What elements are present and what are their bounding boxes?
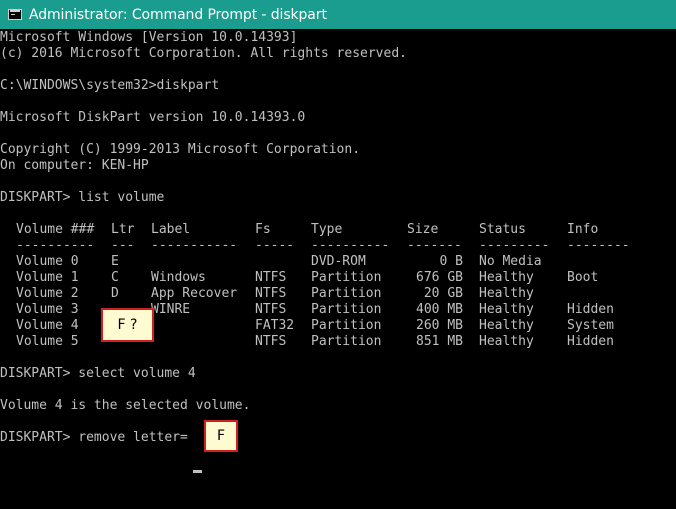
table-header-cell: Status: [479, 222, 526, 237]
table-separator: -----------: [151, 238, 238, 253]
table-header-cell: Volume ###: [16, 222, 95, 237]
console-prompt-line[interactable]: DISKPART> remove letter=: [0, 430, 188, 446]
table-cell: Volume 2: [16, 286, 79, 301]
table-separator: --------: [567, 238, 630, 253]
console-line: Microsoft Windows [Version 10.0.14393]: [0, 30, 298, 45]
table-cell: NTFS: [255, 286, 287, 301]
table-cell: Hidden: [567, 334, 614, 349]
console-line: Volume 4 is the selected volume.: [0, 398, 251, 413]
table-cell: NTFS: [255, 302, 287, 317]
table-separator: ----------: [16, 238, 95, 253]
command-prompt-icon: [8, 9, 22, 20]
console-line: DISKPART> select volume 4: [0, 366, 196, 381]
console-line: (c) 2016 Microsoft Corporation. All righ…: [0, 46, 407, 61]
console-line: On computer: KEN-HP: [0, 158, 149, 173]
table-cell: Windows: [151, 270, 206, 285]
table-header-cell: Ltr: [111, 222, 135, 237]
table-cell: 400 MB: [416, 302, 463, 317]
table-separator: ----------: [311, 238, 390, 253]
table-cell: E: [111, 254, 119, 269]
table-cell: Volume 5: [16, 334, 79, 349]
table-cell: 0 B: [439, 254, 463, 269]
console-output[interactable]: Microsoft Windows [Version 10.0.14393] (…: [0, 30, 676, 509]
console-line: Microsoft DiskPart version 10.0.14393.0: [0, 110, 306, 125]
drive-letter-callout: F ?: [101, 308, 154, 342]
table-cell: Partition: [311, 270, 382, 285]
table-cell: System: [567, 318, 614, 333]
table-cell: Volume 0: [16, 254, 79, 269]
table-cell: Partition: [311, 334, 382, 349]
console-line: DISKPART> list volume: [0, 190, 165, 205]
table-header-cell: Info: [567, 222, 599, 237]
table-cell: C: [111, 270, 119, 285]
text-cursor: [193, 470, 202, 473]
table-cell: Healthy: [479, 302, 534, 317]
table-separator: -------: [407, 238, 462, 253]
table-cell: 20 GB: [423, 286, 463, 301]
letter-value-callout: F: [204, 420, 238, 452]
table-cell: Healthy: [479, 334, 534, 349]
table-cell: No Media: [479, 254, 542, 269]
table-cell: DVD-ROM: [311, 254, 366, 269]
table-cell: NTFS: [255, 270, 287, 285]
table-separator: ---------: [479, 238, 550, 253]
table-header-cell: Size: [407, 222, 439, 237]
table-cell: NTFS: [255, 334, 287, 349]
console-line: C:\WINDOWS\system32>diskpart: [0, 78, 220, 93]
table-separator: -----: [255, 238, 295, 253]
table-cell: WINRE: [151, 302, 191, 317]
table-cell: Healthy: [479, 318, 534, 333]
table-cell: Healthy: [479, 270, 534, 285]
table-cell: App Recover: [151, 286, 238, 301]
table-cell: Volume 1: [16, 270, 79, 285]
table-cell: Partition: [311, 302, 382, 317]
table-cell: Volume 4: [16, 318, 79, 333]
table-cell: Healthy: [479, 286, 534, 301]
table-cell: Partition: [311, 286, 382, 301]
window-title: Administrator: Command Prompt - diskpart: [29, 6, 327, 23]
table-cell: Boot: [567, 270, 599, 285]
table-cell: Partition: [311, 318, 382, 333]
table-header-cell: Label: [151, 222, 191, 237]
table-header-cell: Fs: [255, 222, 271, 237]
table-cell: D: [111, 286, 119, 301]
table-cell: 676 GB: [416, 270, 463, 285]
table-cell: Volume 3: [16, 302, 79, 317]
table-cell: Hidden: [567, 302, 614, 317]
table-cell: 851 MB: [416, 334, 463, 349]
table-cell: 260 MB: [416, 318, 463, 333]
title-bar[interactable]: Administrator: Command Prompt - diskpart: [0, 0, 676, 29]
table-cell: FAT32: [255, 318, 295, 333]
table-separator: ---: [111, 238, 135, 253]
console-line: Copyright (C) 1999-2013 Microsoft Corpor…: [0, 142, 361, 157]
table-header-cell: Type: [311, 222, 343, 237]
